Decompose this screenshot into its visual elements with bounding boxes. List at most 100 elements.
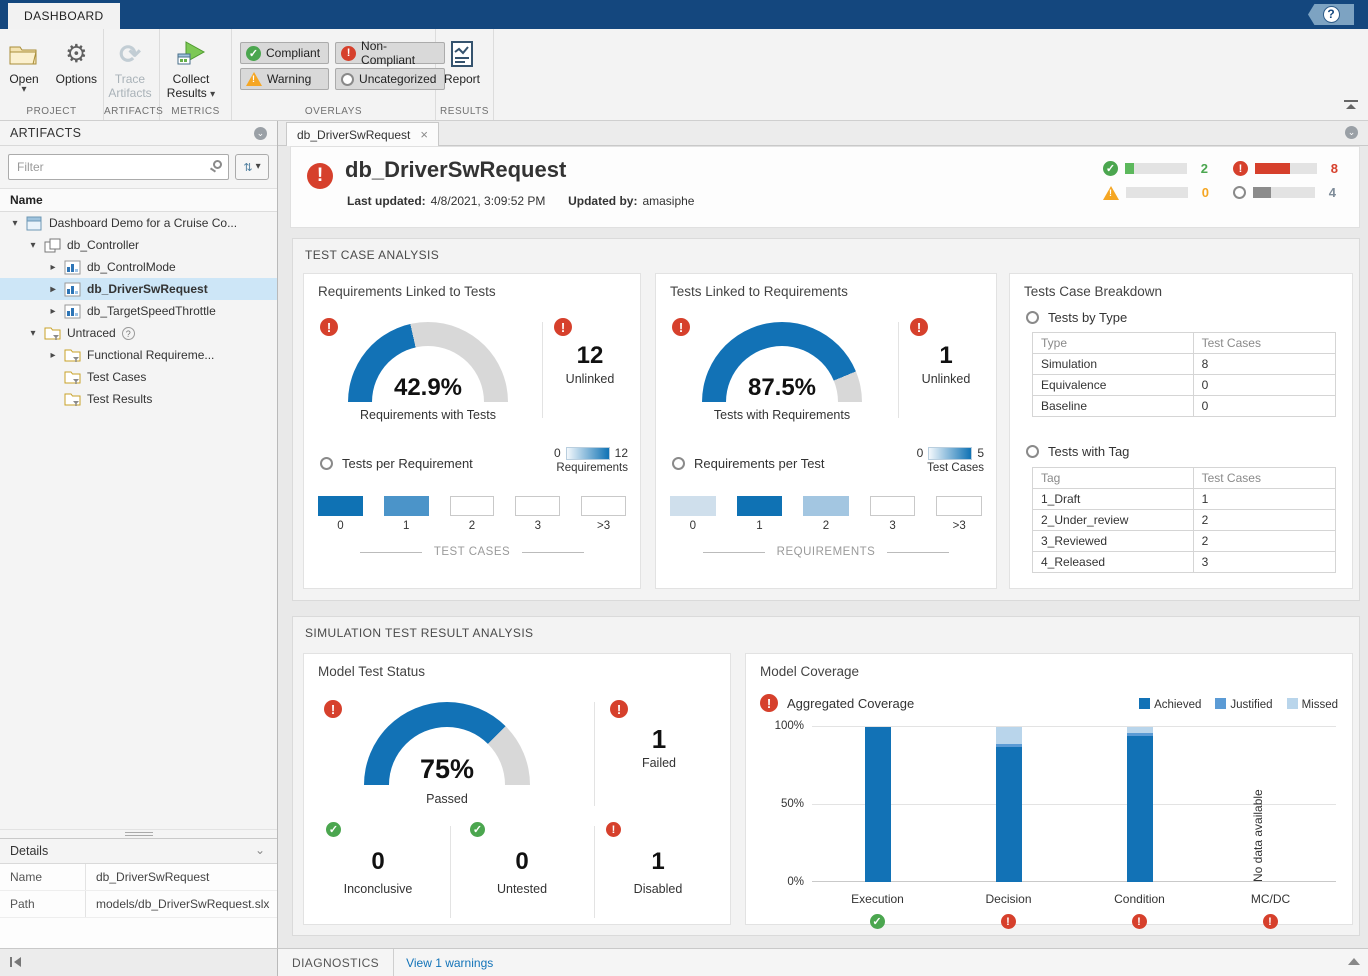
passed-gauge[interactable]: 75% <box>364 702 530 785</box>
table-row[interactable]: 1_Draft1 <box>1033 489 1336 510</box>
overlay-compliant-toggle[interactable]: ✓ Compliant <box>240 42 329 64</box>
check-icon: ✓ <box>870 914 885 929</box>
requirements-with-tests-gauge[interactable]: 42.9% <box>348 322 508 402</box>
expander-icon[interactable]: ▾ <box>28 328 38 339</box>
tests-by-type-widget[interactable]: Tests by Type <box>1026 310 1127 325</box>
table-row[interactable]: Equivalence0 <box>1033 375 1336 396</box>
tests-per-requirement-widget[interactable]: Tests per Requirement <box>320 456 473 471</box>
group-label-metrics: METRICS <box>160 106 231 117</box>
error-icon: ! <box>554 318 572 336</box>
check-icon: ✓ <box>246 46 261 61</box>
options-button[interactable]: ⚙ Options <box>51 34 101 88</box>
histogram-bin[interactable]: 2 <box>450 496 495 532</box>
main-area: db_DriverSwRequest × ⌄ ! db_DriverSwRequ… <box>278 121 1368 948</box>
minimize-ribbon-icon[interactable] <box>1344 100 1358 110</box>
table-row[interactable]: 2_Under_review2 <box>1033 510 1336 531</box>
check-icon: ✓ <box>1103 161 1118 176</box>
tree-item-project[interactable]: ▾ Dashboard Demo for a Cruise Co... <box>0 212 277 234</box>
diagnostics-label: DIAGNOSTICS <box>278 949 394 976</box>
expander-icon[interactable]: ▸ <box>48 284 58 295</box>
ribbon-tab-dashboard[interactable]: DASHBOARD <box>8 3 120 29</box>
tree-item-db-driverswrequest[interactable]: ▸ db_DriverSwRequest <box>0 278 277 300</box>
details-row-path: Path models/db_DriverSwRequest.slx <box>0 891 277 918</box>
table-row[interactable]: Baseline0 <box>1033 396 1336 417</box>
expander-icon[interactable]: ▾ <box>10 218 20 229</box>
open-button[interactable]: Open ▾ <box>0 34 48 96</box>
tree-item-test-cases[interactable]: Test Cases <box>0 366 277 388</box>
collect-results-button[interactable]: Collect Results ▾ <box>160 34 222 102</box>
tests-with-requirements-gauge[interactable]: 87.5% <box>702 322 862 402</box>
histogram-bin[interactable]: 0 <box>670 496 716 532</box>
expander-icon[interactable]: ▾ <box>28 240 38 251</box>
check-icon: ✓ <box>326 822 341 837</box>
close-icon[interactable]: × <box>420 127 428 142</box>
panel-minimize-icon[interactable]: ⌄ <box>254 127 267 140</box>
panel-splitter[interactable] <box>0 829 277 838</box>
card-tests-case-breakdown: Tests Case Breakdown Tests by Type Type … <box>1009 273 1353 589</box>
no-data-label: No data available <box>1251 732 1265 882</box>
section-title: SIMULATION TEST RESULT ANALYSIS <box>293 617 1359 640</box>
histogram-bin[interactable]: >3 <box>936 496 982 532</box>
overlay-warning-toggle[interactable]: Warning <box>240 68 329 90</box>
ribbon-group-results: Report RESULTS <box>436 29 494 120</box>
error-icon: ! <box>320 318 338 336</box>
table-row[interactable]: 4_Released3 <box>1033 552 1336 573</box>
histogram-legend: 0 12 Requirements <box>554 446 628 474</box>
report-button[interactable]: Report <box>436 34 488 88</box>
tests-with-tag-widget[interactable]: Tests with Tag <box>1026 444 1129 459</box>
aggregated-coverage-widget[interactable]: ! Aggregated Coverage <box>760 694 914 712</box>
legend-missed: Missed <box>1287 698 1338 711</box>
histogram-bin[interactable]: >3 <box>581 496 626 532</box>
dashboard-chart-icon <box>64 260 81 275</box>
tree-column-header[interactable]: Name <box>0 188 277 212</box>
dashboard-scroll-area: ! db_DriverSwRequest Last updated:4/8/20… <box>278 146 1368 948</box>
overlay-uncategorized-toggle[interactable]: Uncategorized <box>335 68 445 90</box>
sort-caret-icon: ▾ <box>256 163 261 171</box>
error-icon: ! <box>606 822 621 837</box>
overlay-non-compliant-toggle[interactable]: ! Non-Compliant <box>335 42 445 64</box>
help-button[interactable]: ? <box>1308 4 1354 25</box>
histogram-bin[interactable]: 2 <box>803 496 849 532</box>
document-tab-bar: db_DriverSwRequest × ⌄ <box>278 121 1368 146</box>
summary-warning: 0 <box>1103 185 1215 200</box>
trace-artifacts-button[interactable]: ⟳ Trace Artifacts <box>104 34 156 102</box>
tests-per-requirement-histogram: 0 1 2 3 >3 <box>318 496 626 532</box>
project-icon <box>26 216 43 231</box>
refresh-icon: ⟳ <box>119 39 141 70</box>
tree-item-db-targetspeedthrottle[interactable]: ▸ db_TargetSpeedThrottle <box>0 300 277 322</box>
error-status-icon: ! <box>307 163 333 189</box>
collapse-sidebar-icon[interactable] <box>10 957 21 967</box>
tree-item-untraced[interactable]: ▾ Untraced ? <box>0 322 277 344</box>
histogram-bin[interactable]: 3 <box>870 496 916 532</box>
expand-diagnostics-icon[interactable] <box>1348 958 1360 965</box>
table-row[interactable]: Simulation8 <box>1033 354 1336 375</box>
tab-db-driverswrequest[interactable]: db_DriverSwRequest × <box>286 122 439 146</box>
requirements-per-test-widget[interactable]: Requirements per Test <box>672 456 825 471</box>
expander-icon[interactable]: ▸ <box>48 350 58 361</box>
tabbar-minimize-icon[interactable]: ⌄ <box>1345 126 1358 139</box>
tree-item-db-controlmode[interactable]: ▸ db_ControlMode <box>0 256 277 278</box>
details-panel-header[interactable]: Details ⌄ <box>0 839 277 864</box>
collapse-chevron-icon[interactable]: ⌄ <box>255 843 265 857</box>
histogram-bin[interactable]: 0 <box>318 496 363 532</box>
sort-arrows-icon: ⇅ <box>243 161 252 174</box>
untraced-folder-icon <box>44 326 61 341</box>
help-icon[interactable]: ? <box>122 327 135 340</box>
tree-item-test-results[interactable]: Test Results <box>0 388 277 410</box>
histogram-bin[interactable]: 3 <box>515 496 560 532</box>
histogram-axis-label: REQUIREMENTS <box>670 546 982 558</box>
filter-input[interactable] <box>8 154 229 180</box>
tree-item-db-controller[interactable]: ▾ db_Controller <box>0 234 277 256</box>
metric-circle-icon <box>320 457 333 470</box>
table-row[interactable]: 3_Reviewed2 <box>1033 531 1336 552</box>
expander-icon[interactable]: ▸ <box>48 262 58 273</box>
tree-item-functional-requirements[interactable]: ▸ Functional Requireme... <box>0 344 277 366</box>
histogram-bin[interactable]: 1 <box>737 496 783 532</box>
view-warnings-link[interactable]: View 1 warnings <box>406 956 493 970</box>
ribbon-spacer <box>494 29 1368 120</box>
sort-button[interactable]: ⇅ ▾ <box>235 154 269 180</box>
histogram-bin[interactable]: 1 <box>384 496 429 532</box>
expander-icon[interactable]: ▸ <box>48 306 58 317</box>
untraced-folder-icon <box>64 348 81 363</box>
report-icon <box>450 36 474 72</box>
